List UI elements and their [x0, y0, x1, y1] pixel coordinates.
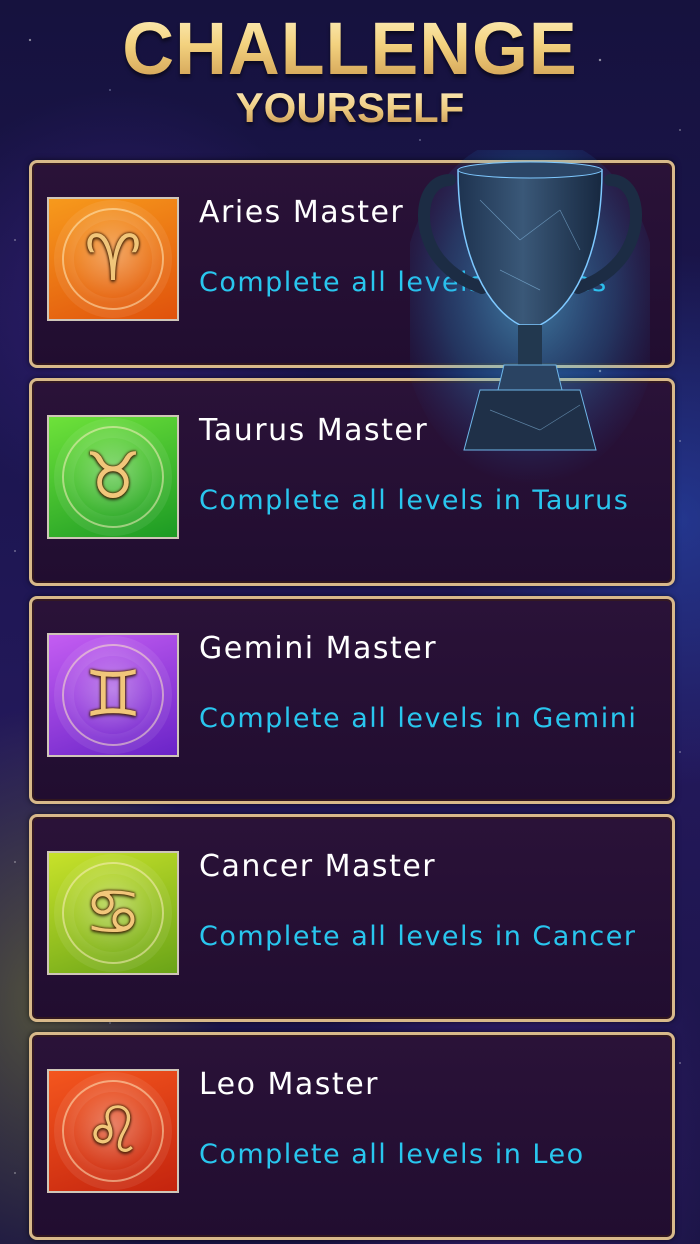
- achievement-card-gemini[interactable]: ♊ Gemini Master Complete all levels in G…: [29, 596, 675, 804]
- achievement-description: Complete all levels in Cancer: [199, 921, 637, 952]
- achievement-description: Complete all levels in Gemini: [199, 703, 638, 734]
- achievement-description: Complete all levels in Aries: [199, 267, 608, 298]
- leo-icon: ♌: [47, 1069, 179, 1193]
- achievement-card-cancer[interactable]: ♋ Cancer Master Complete all levels in C…: [29, 814, 675, 1022]
- aries-icon: ♈: [47, 197, 179, 321]
- leo-glyph: ♌: [84, 1094, 142, 1168]
- cancer-glyph: ♋: [84, 876, 142, 950]
- achievement-card-leo[interactable]: ♌ Leo Master Complete all levels in Leo: [29, 1032, 675, 1240]
- achievement-title: Gemini Master: [199, 631, 438, 666]
- achievement-title: Leo Master: [199, 1067, 379, 1102]
- page-subtitle: YOURSELF: [0, 84, 700, 132]
- page-title: CHALLENGE: [11, 6, 690, 91]
- taurus-icon: ♉: [47, 415, 179, 539]
- gemini-icon: ♊: [47, 633, 179, 757]
- achievement-title: Cancer Master: [199, 849, 437, 884]
- taurus-glyph: ♉: [84, 440, 142, 514]
- achievement-card-aries[interactable]: ♈ Aries Master Complete all levels in Ar…: [29, 160, 675, 368]
- aries-glyph: ♈: [84, 222, 142, 296]
- gemini-glyph: ♊: [84, 658, 142, 732]
- achievement-description: Complete all levels in Taurus: [199, 485, 630, 516]
- achievement-title: Taurus Master: [199, 413, 429, 448]
- achievement-card-taurus[interactable]: ♉ Taurus Master Complete all levels in T…: [29, 378, 675, 586]
- achievement-description: Complete all levels in Leo: [199, 1139, 585, 1170]
- cancer-icon: ♋: [47, 851, 179, 975]
- achievement-title: Aries Master: [199, 195, 405, 230]
